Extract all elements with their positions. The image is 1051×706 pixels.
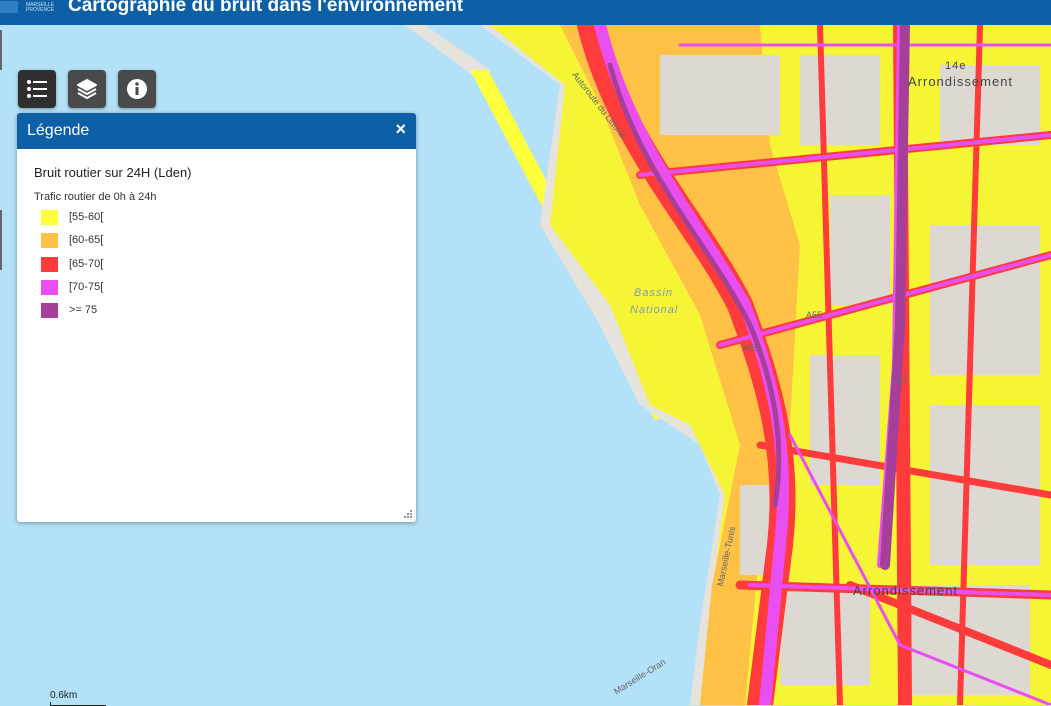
legend-swatch xyxy=(41,279,58,295)
scale-label: 0.6km xyxy=(50,690,78,701)
map-label-arrondissement-bottom: Arrondissement xyxy=(853,583,959,598)
legend-swatch xyxy=(41,232,58,248)
resize-grip-icon[interactable] xyxy=(403,509,413,519)
legend-button[interactable] xyxy=(18,70,56,108)
map-label-a55: A55 xyxy=(806,310,823,320)
app-header: MARSEILLE PROVENCE Cartographie du bruit… xyxy=(0,0,1051,25)
legend-panel: Légende × Bruit routier sur 24H (Lden) T… xyxy=(17,113,416,522)
close-icon[interactable]: × xyxy=(395,119,406,140)
info-icon xyxy=(127,79,147,99)
map-label-arrondissement-top: Arrondissement xyxy=(908,74,1014,89)
map-label-14e: 14e xyxy=(945,60,967,72)
legend-swatch xyxy=(41,256,58,272)
legend-label: [55-60[ xyxy=(69,211,104,223)
legend-item: >= 75 xyxy=(41,302,97,318)
left-edge-strip xyxy=(0,210,2,270)
map-label-national: National xyxy=(630,304,679,316)
layers-button[interactable] xyxy=(68,70,106,108)
legend-item: [70-75[ xyxy=(41,279,103,295)
legend-header: Légende × xyxy=(17,113,416,149)
legend-label: [65-70[ xyxy=(69,258,104,270)
map-label-a55b: A55 xyxy=(743,343,760,353)
scale-bar xyxy=(50,702,106,706)
logo: MARSEILLE PROVENCE xyxy=(0,0,58,14)
layer-sub-name: Trafic routier de 0h à 24h xyxy=(34,191,157,203)
map-label-bassin: Bassin xyxy=(634,287,674,299)
legend-item: [65-70[ xyxy=(41,256,103,272)
legend-list-icon xyxy=(27,80,47,98)
legend-swatch xyxy=(41,209,58,225)
legend-title: Légende xyxy=(27,122,90,139)
app-title: Cartographie du bruit dans l'environneme… xyxy=(68,0,464,16)
info-button[interactable] xyxy=(118,70,156,108)
legend-item: [60-65[ xyxy=(41,232,103,248)
logo-text-2: PROVENCE xyxy=(26,7,55,13)
left-edge-strip xyxy=(0,30,2,70)
layers-icon xyxy=(77,79,97,99)
legend-label: >= 75 xyxy=(69,304,98,316)
legend-label: [70-75[ xyxy=(69,281,104,293)
legend-label: [60-65[ xyxy=(69,234,104,246)
legend-swatch xyxy=(41,302,58,318)
logo-mark xyxy=(0,1,18,13)
map-label-a7: A7 xyxy=(897,375,909,385)
legend-item: [55-60[ xyxy=(41,209,103,225)
layer-name: Bruit routier sur 24H (Lden) xyxy=(34,165,192,180)
